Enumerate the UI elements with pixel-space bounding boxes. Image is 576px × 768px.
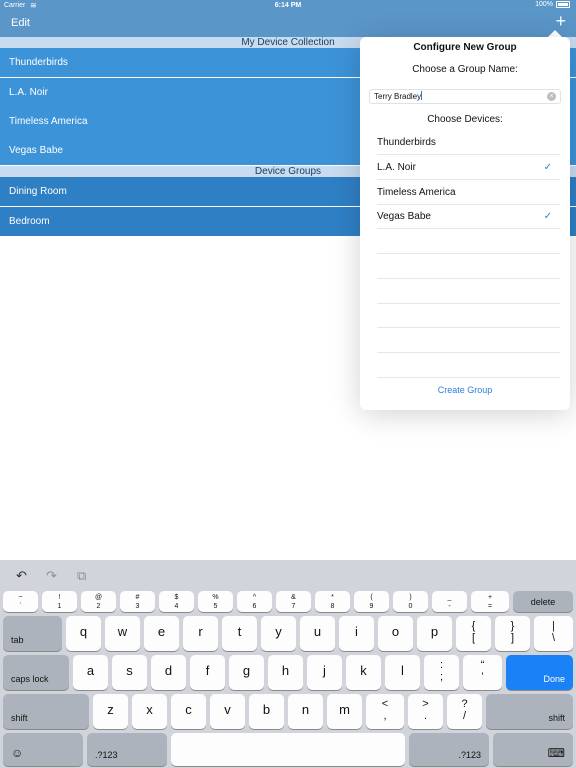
device-option-timeless-america[interactable]: Timeless America: [377, 180, 560, 205]
empty-row-divider: [377, 377, 560, 378]
key-v[interactable]: v: [210, 694, 245, 729]
redo-icon[interactable]: ↷: [46, 568, 57, 584]
group-name-value: Terry Bradley: [374, 92, 422, 101]
key-m[interactable]: m: [327, 694, 362, 729]
hide-keyboard-key[interactable]: ⌨: [493, 733, 573, 766]
empty-row-divider: [377, 253, 560, 254]
key-quote[interactable]: “’: [463, 655, 502, 690]
key-j[interactable]: j: [307, 655, 342, 690]
key-a[interactable]: a: [73, 655, 108, 690]
key-0[interactable]: ) 0: [393, 591, 428, 612]
keyboard-hide-icon: ⌨: [547, 746, 565, 760]
tab-key[interactable]: tab: [3, 616, 62, 651]
key-p[interactable]: p: [417, 616, 452, 651]
clear-text-icon[interactable]: ×: [547, 92, 556, 101]
emoji-icon: ☺: [11, 746, 24, 760]
key-1[interactable]: ! 1: [42, 591, 77, 612]
space-bar[interactable]: [171, 733, 405, 766]
navigation-bar: Carrier ≋ 6:14 PM 100% Edit +: [0, 0, 576, 37]
device-option-thunderbirds[interactable]: Thunderbirds: [377, 130, 560, 155]
key-6[interactable]: ^ 6: [237, 591, 272, 612]
group-name-prompt: Choose a Group Name:: [412, 64, 518, 75]
key-t[interactable]: t: [222, 616, 257, 651]
key-equals[interactable]: + =: [471, 591, 509, 612]
device-option-label: Vegas Babe: [377, 211, 431, 222]
key-s[interactable]: s: [112, 655, 147, 690]
numbers-key-left[interactable]: .?123: [87, 733, 167, 766]
numbers-key-right[interactable]: .?123: [409, 733, 489, 766]
key-3[interactable]: #3: [120, 591, 155, 612]
device-option-label: Thunderbirds: [377, 137, 436, 148]
key-period[interactable]: >.: [408, 694, 443, 729]
clock-label: 6:14 PM: [274, 2, 302, 9]
shift-left-key[interactable]: shift: [3, 694, 89, 729]
configure-group-popover: Configure New Group Choose a Group Name:…: [360, 37, 570, 410]
key-c[interactable]: c: [171, 694, 206, 729]
create-group-button[interactable]: Create Group: [360, 385, 570, 395]
device-option-label: L.A. Noir: [377, 162, 416, 173]
key-i[interactable]: i: [339, 616, 374, 651]
checkmark-icon: ✓: [543, 211, 552, 222]
key-5[interactable]: % 5: [198, 591, 233, 612]
popover-title: Configure New Group: [413, 42, 517, 53]
key-y[interactable]: y: [261, 616, 296, 651]
key-comma[interactable]: <,: [366, 694, 404, 729]
add-icon[interactable]: +: [555, 12, 566, 30]
key-g[interactable]: g: [229, 655, 264, 690]
device-option-vegas-babe[interactable]: Vegas Babe ✓: [377, 204, 560, 229]
empty-row-divider: [377, 278, 560, 279]
battery-icon: [556, 1, 570, 8]
delete-key[interactable]: delete: [513, 591, 573, 612]
key-o[interactable]: o: [378, 616, 413, 651]
group-name-field[interactable]: Terry Bradley ×: [369, 89, 561, 104]
key-backslash[interactable]: | \: [534, 616, 573, 651]
key-u[interactable]: u: [300, 616, 335, 651]
key-9[interactable]: (9: [354, 591, 389, 612]
paste-icon[interactable]: ⧉: [77, 568, 86, 584]
key-d[interactable]: d: [151, 655, 186, 690]
keyboard-shortcut-bar: ↶ ↷ ⧉: [0, 560, 576, 588]
key-7[interactable]: & 7: [276, 591, 311, 612]
text-caret: [421, 91, 423, 100]
key-open-bracket[interactable]: {[: [456, 616, 491, 651]
battery-percent: 100%: [535, 1, 553, 8]
key-2[interactable]: @2: [81, 591, 116, 612]
caps-lock-key[interactable]: caps lock: [3, 655, 69, 690]
key-x[interactable]: x: [132, 694, 167, 729]
key-l[interactable]: l: [385, 655, 420, 690]
done-key[interactable]: Done: [506, 655, 573, 690]
edit-button[interactable]: Edit: [11, 17, 30, 29]
empty-row-divider: [377, 303, 560, 304]
device-option-la-noir[interactable]: L.A. Noir ✓: [377, 155, 560, 180]
key-b[interactable]: b: [249, 694, 284, 729]
key-k[interactable]: k: [346, 655, 381, 690]
key-e[interactable]: e: [144, 616, 179, 651]
onscreen-keyboard: ↶ ↷ ⧉ ~ ` ! 1 @2 #3 $4 % 5 ^ 6 & 7 * 8 (9 ) 0 _…: [0, 560, 576, 768]
key-r[interactable]: r: [183, 616, 218, 651]
key-4[interactable]: $4: [159, 591, 194, 612]
devices-prompt: Choose Devices:: [427, 114, 503, 125]
key-close-bracket[interactable]: }]: [495, 616, 530, 651]
status-bar: Carrier ≋ 6:14 PM 100%: [0, 0, 576, 12]
key-backtick[interactable]: ~ `: [3, 591, 38, 612]
key-f[interactable]: f: [190, 655, 225, 690]
key-8[interactable]: * 8: [315, 591, 350, 612]
empty-row-divider: [377, 352, 560, 353]
key-minus[interactable]: _ -: [432, 591, 467, 612]
battery-indicator: 100%: [535, 1, 570, 8]
key-slash[interactable]: ? /: [447, 694, 482, 729]
shift-right-key[interactable]: shift: [486, 694, 573, 729]
key-n[interactable]: n: [288, 694, 323, 729]
key-h[interactable]: h: [268, 655, 303, 690]
empty-row-divider: [377, 327, 560, 328]
checkmark-icon: ✓: [543, 162, 552, 173]
undo-icon[interactable]: ↶: [16, 568, 27, 584]
key-q[interactable]: q: [66, 616, 101, 651]
key-z[interactable]: z: [93, 694, 128, 729]
device-option-label: Timeless America: [377, 187, 456, 198]
emoji-key[interactable]: ☺: [3, 733, 83, 766]
key-w[interactable]: w: [105, 616, 140, 651]
key-semicolon[interactable]: :;: [424, 655, 459, 690]
